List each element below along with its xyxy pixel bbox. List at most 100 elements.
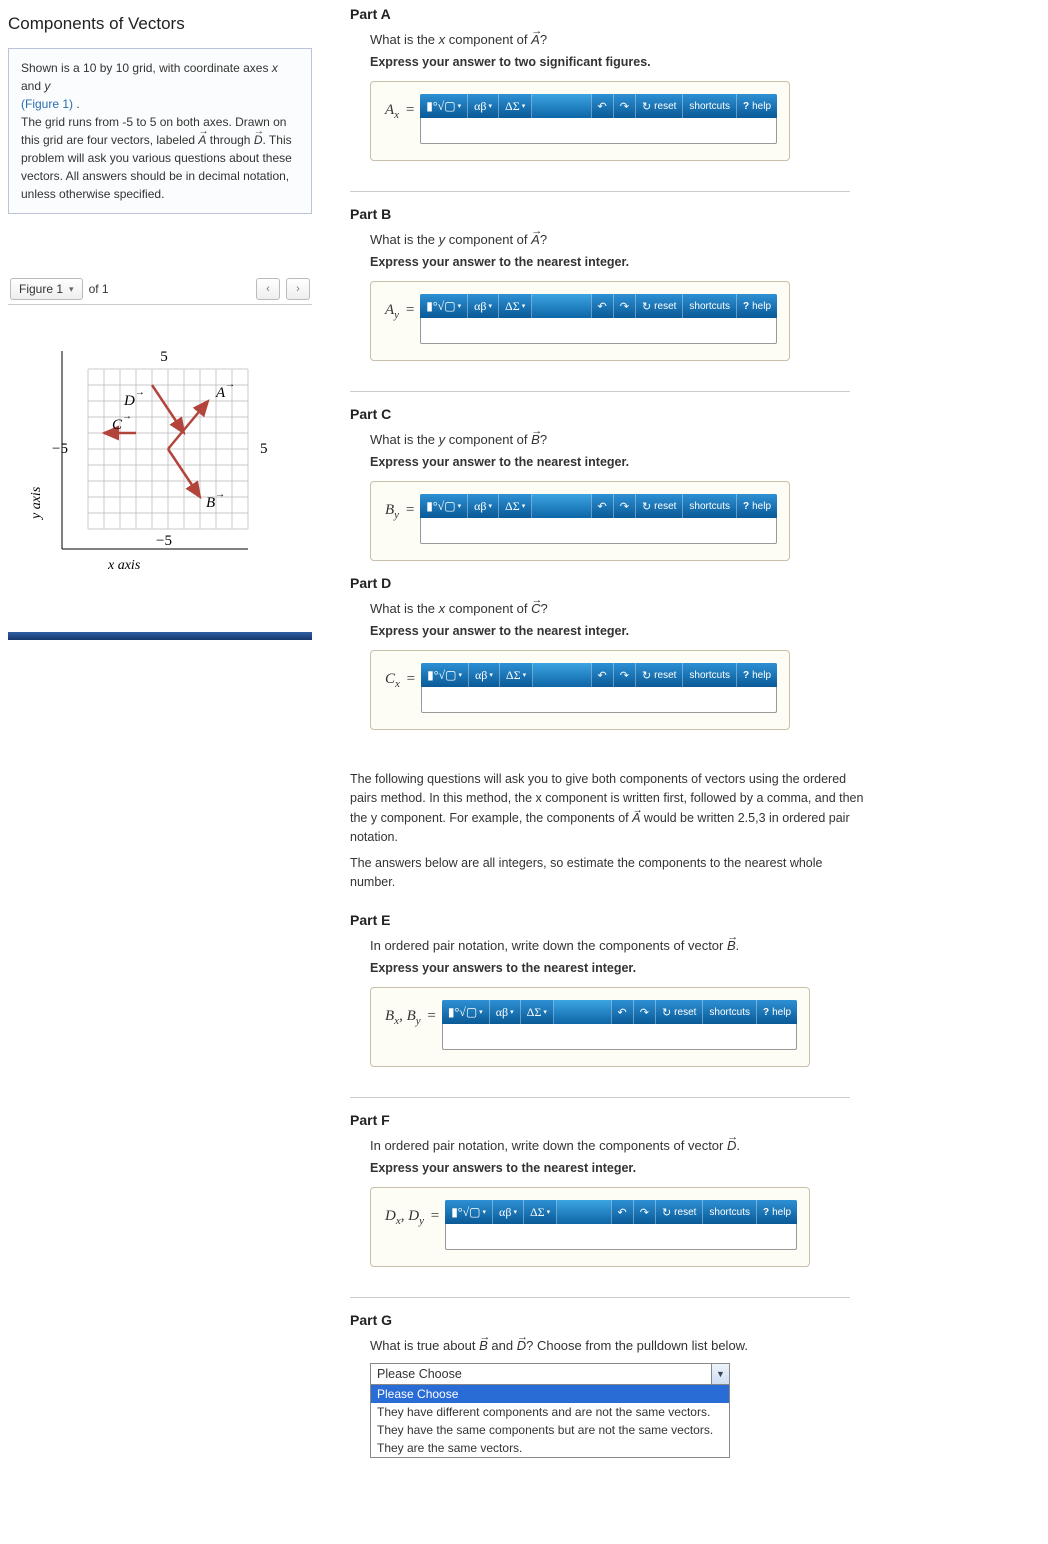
- toolbar-help-button[interactable]: ?help: [756, 1000, 797, 1024]
- intro-box: Shown is a 10 by 10 grid, with coordinat…: [8, 48, 312, 214]
- toolbar-templates-button[interactable]: ▮°√▢▾: [421, 663, 469, 687]
- part-e-question: In ordered pair notation, write down the…: [370, 938, 1018, 953]
- figure-next-button[interactable]: ›: [286, 278, 310, 300]
- figure-prev-button[interactable]: ‹: [256, 278, 280, 300]
- toolbar-symbols-button[interactable]: ΔΣ▾: [500, 663, 533, 687]
- part-f-hint: Express your answers to the nearest inte…: [370, 1161, 1018, 1175]
- part-g-options-list: Please Choose They have different compon…: [370, 1385, 730, 1458]
- toolbar-redo-button[interactable]: ↷: [633, 1000, 655, 1024]
- part-a-input[interactable]: [420, 118, 777, 144]
- part-c-question: What is the y component of B?: [370, 432, 1018, 447]
- toolbar-templates-button[interactable]: ▮°√▢▾: [442, 1000, 490, 1024]
- figure-link[interactable]: (Figure 1): [21, 97, 73, 111]
- y-axis-label: y axis: [29, 486, 44, 521]
- part-d-answer-box: Cx = ▮°√▢▾ αβ▾ ΔΣ▾ ↶: [370, 650, 790, 730]
- part-d-hint: Express your answer to the nearest integ…: [370, 624, 1018, 638]
- toolbar-undo-button[interactable]: ↶: [611, 1200, 633, 1224]
- toolbar-undo-button[interactable]: ↶: [591, 494, 613, 518]
- part-b-hint: Express your answer to the nearest integ…: [370, 255, 1018, 269]
- toolbar-symbols-button[interactable]: ΔΣ▾: [521, 1000, 554, 1024]
- toolbar-shortcuts-button[interactable]: shortcuts: [702, 1000, 756, 1024]
- part-c-hint: Express your answer to the nearest integ…: [370, 455, 1018, 469]
- toolbar-help-button[interactable]: ?help: [736, 494, 777, 518]
- toolbar-templates-button[interactable]: ▮°√▢▾: [420, 494, 468, 518]
- toolbar-redo-button[interactable]: ↷: [633, 1200, 655, 1224]
- toolbar-symbols-button[interactable]: ΔΣ▾: [524, 1200, 557, 1224]
- toolbar-help-button[interactable]: ?help: [736, 94, 777, 118]
- toolbar-reset-button[interactable]: ↻reset: [655, 1000, 702, 1024]
- toolbar-shortcuts-button[interactable]: shortcuts: [682, 494, 736, 518]
- toolbar-redo-button[interactable]: ↷: [613, 294, 635, 318]
- toolbar-shortcuts-button[interactable]: shortcuts: [702, 1200, 756, 1224]
- part-b-title: Part B: [350, 206, 1018, 222]
- part-a-question: What is the x component of A?: [370, 32, 1018, 47]
- part-a-hint: Express your answer to two significant f…: [370, 55, 1018, 69]
- part-g-option[interactable]: They are the same vectors.: [371, 1439, 729, 1457]
- separator: [350, 1297, 850, 1298]
- toolbar-redo-button[interactable]: ↷: [613, 94, 635, 118]
- toolbar-undo-button[interactable]: ↶: [591, 94, 613, 118]
- toolbar-templates-button[interactable]: ▮°√▢▾: [445, 1200, 493, 1224]
- answer-toolbar: ▮°√▢▾ αβ▾ ΔΣ▾ ↶ ↷ ↻reset shortcuts: [420, 294, 777, 318]
- part-c-input[interactable]: [420, 518, 777, 544]
- toolbar-undo-button[interactable]: ↶: [611, 1000, 633, 1024]
- part-a-lhs: Ax =: [385, 94, 414, 121]
- toolbar-help-button[interactable]: ?help: [756, 1200, 797, 1224]
- part-e-lhs: Bx, By =: [385, 1000, 436, 1027]
- label-C: C→: [112, 411, 132, 433]
- toolbar-reset-button[interactable]: ↻reset: [635, 294, 682, 318]
- toolbar-greek-button[interactable]: αβ▾: [468, 494, 499, 518]
- separator: [350, 191, 850, 192]
- part-b-input[interactable]: [420, 318, 777, 344]
- part-g-question: What is true about B and D? Choose from …: [370, 1338, 1018, 1353]
- toolbar-shortcuts-button[interactable]: shortcuts: [682, 294, 736, 318]
- toolbar-symbols-button[interactable]: ΔΣ▾: [499, 94, 532, 118]
- var-y: y: [44, 79, 50, 93]
- x-axis-label: x axis: [107, 558, 141, 573]
- intro-text: through: [206, 133, 253, 147]
- toolbar-greek-button[interactable]: αβ▾: [469, 663, 500, 687]
- vec-D: D: [254, 131, 263, 149]
- part-g-select[interactable]: Please Choose ▼: [370, 1363, 730, 1385]
- part-f-input[interactable]: [445, 1224, 797, 1250]
- tick-5-x: 5: [260, 441, 268, 457]
- part-g-option[interactable]: Please Choose: [371, 1385, 729, 1403]
- toolbar-help-button[interactable]: ?help: [736, 663, 777, 687]
- intro-text: and: [21, 79, 44, 93]
- part-e-input[interactable]: [442, 1024, 797, 1050]
- part-d-input[interactable]: [421, 687, 777, 713]
- toolbar-reset-button[interactable]: ↻reset: [655, 1200, 702, 1224]
- separator: [350, 391, 850, 392]
- toolbar-greek-button[interactable]: αβ▾: [493, 1200, 524, 1224]
- toolbar-undo-button[interactable]: ↶: [591, 663, 613, 687]
- part-g-title: Part G: [350, 1312, 1018, 1328]
- toolbar-greek-button[interactable]: αβ▾: [468, 94, 499, 118]
- part-f-question: In ordered pair notation, write down the…: [370, 1138, 1018, 1153]
- chevron-down-icon: ▼: [711, 1364, 729, 1384]
- toolbar-templates-button[interactable]: ▮°√▢▾: [420, 294, 468, 318]
- part-f-title: Part F: [350, 1112, 1018, 1128]
- toolbar-reset-button[interactable]: ↻reset: [635, 663, 682, 687]
- toolbar-shortcuts-button[interactable]: shortcuts: [682, 663, 736, 687]
- toolbar-shortcuts-button[interactable]: shortcuts: [682, 94, 736, 118]
- vector-A: [168, 401, 208, 449]
- label-D: D→: [123, 387, 145, 409]
- page-title: Components of Vectors: [8, 14, 312, 34]
- part-g-option[interactable]: They have the same components but are no…: [371, 1421, 729, 1439]
- tick-5-y: 5: [160, 349, 168, 365]
- part-c-answer-box: By = ▮°√▢▾ αβ▾ ΔΣ▾ ↶: [370, 481, 790, 561]
- toolbar-undo-button[interactable]: ↶: [591, 294, 613, 318]
- toolbar-reset-button[interactable]: ↻reset: [635, 494, 682, 518]
- figure-selector[interactable]: Figure 1: [10, 278, 83, 300]
- var-x: x: [272, 61, 278, 75]
- toolbar-redo-button[interactable]: ↷: [613, 494, 635, 518]
- toolbar-help-button[interactable]: ?help: [736, 294, 777, 318]
- toolbar-symbols-button[interactable]: ΔΣ▾: [499, 294, 532, 318]
- part-g-option[interactable]: They have different components and are n…: [371, 1403, 729, 1421]
- toolbar-symbols-button[interactable]: ΔΣ▾: [499, 494, 532, 518]
- toolbar-templates-button[interactable]: ▮°√▢▾: [420, 94, 468, 118]
- toolbar-redo-button[interactable]: ↷: [613, 663, 635, 687]
- toolbar-greek-button[interactable]: αβ▾: [490, 1000, 521, 1024]
- toolbar-reset-button[interactable]: ↻reset: [635, 94, 682, 118]
- toolbar-greek-button[interactable]: αβ▾: [468, 294, 499, 318]
